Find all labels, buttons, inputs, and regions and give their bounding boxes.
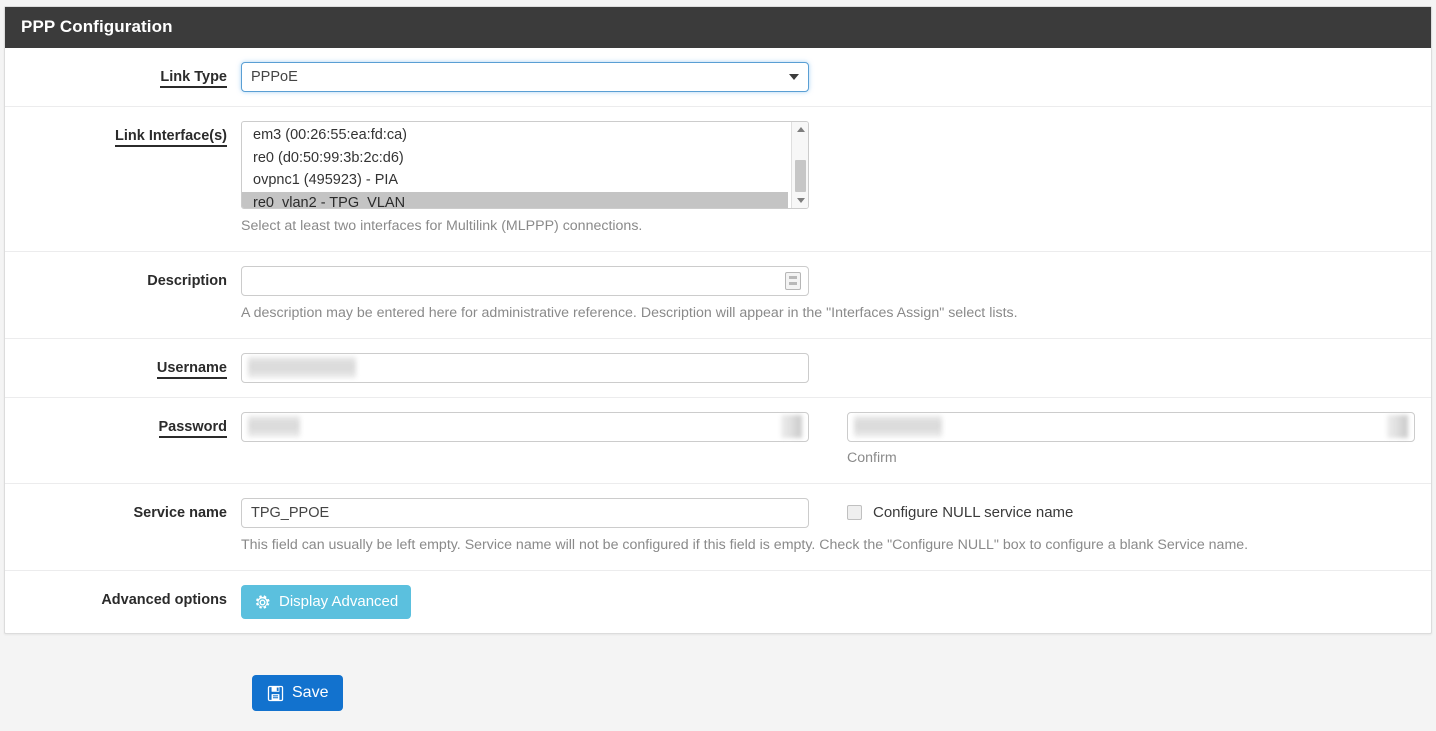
password-confirm-col: Confirm (811, 412, 1415, 469)
save-area: Save (0, 655, 343, 711)
advanced-options-label: Advanced options (5, 585, 241, 610)
link-type-select[interactable]: PPPoE (241, 62, 809, 92)
password-confirm-label: Confirm (847, 448, 1415, 469)
password-label: Password (5, 412, 241, 437)
list-item[interactable]: em3 (00:26:55:ea:fd:ca) (242, 124, 788, 147)
form-row-password: Password (5, 398, 1431, 484)
service-name-help: This field can usually be left empty. Se… (241, 535, 1401, 556)
link-type-label: Link Type (5, 62, 241, 87)
link-interfaces-label: Link Interface(s) (5, 121, 241, 146)
floppy-disk-icon (267, 685, 284, 702)
scroll-down-icon[interactable] (792, 193, 809, 208)
scroll-up-icon[interactable] (792, 122, 809, 137)
advanced-options-field: Display Advanced (241, 585, 1431, 619)
autofill-icon[interactable] (785, 272, 801, 290)
form-row-description: Description A description may be entered… (5, 252, 1431, 339)
configure-null-checkbox[interactable] (847, 505, 862, 520)
ppp-form: Link Type PPPoE Link Interface(s) em3 (0… (5, 48, 1431, 633)
link-interfaces-listbox[interactable]: em3 (00:26:55:ea:fd:ca) re0 (d0:50:99:3b… (241, 121, 809, 209)
service-name-input[interactable] (241, 498, 809, 528)
gear-icon (254, 594, 271, 611)
description-input[interactable] (241, 266, 809, 296)
link-interfaces-help: Select at least two interfaces for Multi… (241, 216, 1401, 237)
ppp-configuration-panel: PPP Configuration Link Type PPPoE Link I… (4, 6, 1432, 634)
panel-title: PPP Configuration (5, 7, 1431, 48)
save-button[interactable]: Save (252, 675, 343, 711)
redacted-password-value (248, 416, 300, 437)
scrollbar-thumb[interactable] (795, 160, 806, 192)
username-label: Username (5, 353, 241, 378)
form-row-username: Username (5, 339, 1431, 398)
password-field: Confirm (241, 412, 1431, 469)
redacted-username-value (248, 357, 356, 378)
listbox-scrollbar[interactable] (791, 122, 808, 208)
display-advanced-button[interactable]: Display Advanced (241, 585, 411, 619)
configure-null-label[interactable]: Configure NULL service name (873, 504, 1073, 521)
description-help: A description may be entered here for ad… (241, 303, 1401, 324)
form-row-advanced-options: Advanced options Display Advanced (5, 571, 1431, 633)
username-field (241, 353, 1431, 383)
form-row-link-interfaces: Link Interface(s) em3 (00:26:55:ea:fd:ca… (5, 107, 1431, 252)
service-name-field: Configure NULL service name This field c… (241, 498, 1431, 556)
list-item-selected[interactable]: re0_vlan2 - TPG_VLAN (242, 192, 788, 210)
listbox-options: em3 (00:26:55:ea:fd:ca) re0 (d0:50:99:3b… (242, 124, 808, 209)
service-name-label: Service name (5, 498, 241, 523)
password-input[interactable] (241, 412, 809, 442)
list-item[interactable]: re0 (d0:50:99:3b:2c:d6) (242, 147, 788, 170)
link-interfaces-field: em3 (00:26:55:ea:fd:ca) re0 (d0:50:99:3b… (241, 121, 1431, 237)
password-manager-icon[interactable] (1387, 415, 1408, 438)
description-label: Description (5, 266, 241, 291)
service-name-col (241, 498, 811, 528)
list-item[interactable]: ovpnc1 (495923) - PIA (242, 169, 788, 192)
password-manager-icon[interactable] (781, 415, 802, 438)
null-service-col: Configure NULL service name (811, 498, 1415, 521)
form-row-service-name: Service name Configure NULL service name… (5, 484, 1431, 571)
display-advanced-label: Display Advanced (279, 593, 398, 611)
save-label: Save (292, 684, 328, 702)
link-type-field: PPPoE (241, 62, 1431, 92)
redacted-confirm-value (854, 416, 942, 437)
password-col (241, 412, 811, 442)
form-row-link-type: Link Type PPPoE (5, 48, 1431, 107)
description-field: A description may be entered here for ad… (241, 266, 1431, 324)
